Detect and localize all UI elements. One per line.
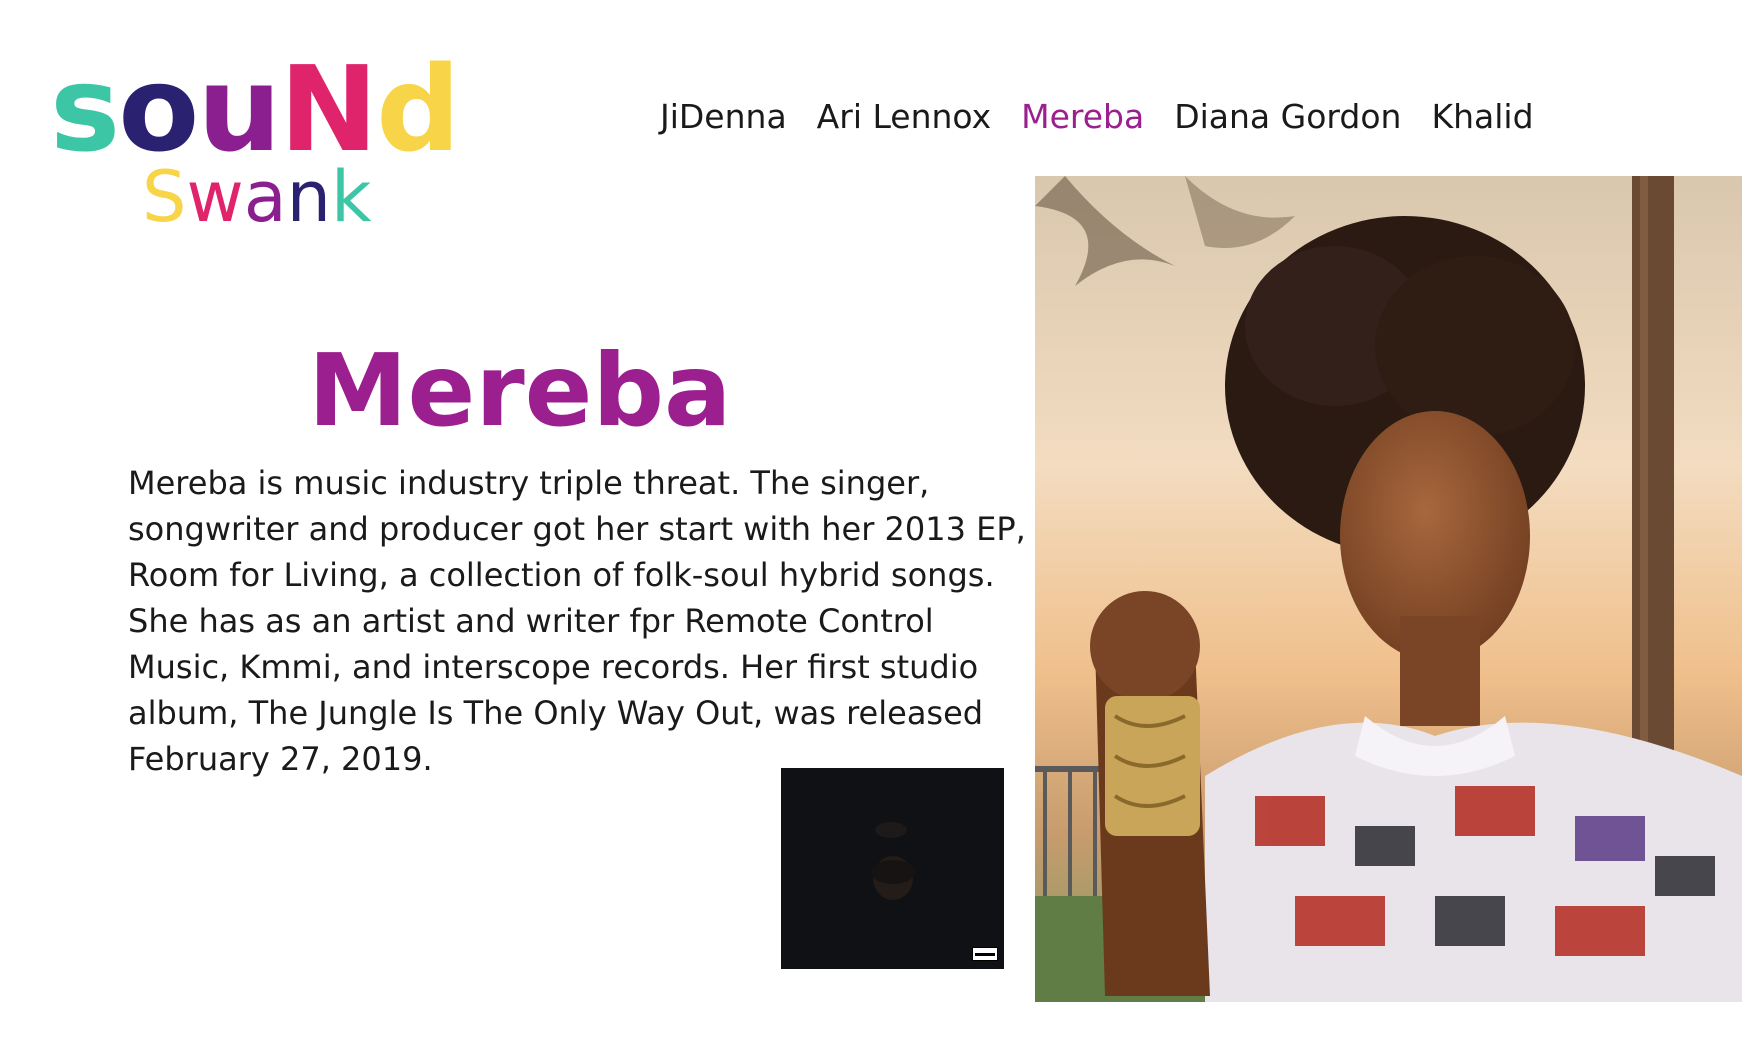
main-nav: JiDenna Ari Lennox Mereba Diana Gordon K… xyxy=(660,92,1534,142)
nav-item-khalid[interactable]: Khalid xyxy=(1431,97,1533,137)
nav-item-mereba[interactable]: Mereba xyxy=(1021,97,1144,137)
artist-portrait-art xyxy=(1035,176,1742,1002)
site-logo[interactable]: souNd Swank xyxy=(50,50,470,240)
nav-item-diana-gordon[interactable]: Diana Gordon xyxy=(1174,97,1401,137)
album-cover-art xyxy=(781,768,1004,969)
nav-item-ari-lennox[interactable]: Ari Lennox xyxy=(817,97,991,137)
album-cover[interactable] xyxy=(781,768,1004,969)
logo-letter: k xyxy=(330,156,372,238)
logo-wordmark-sound: souNd xyxy=(50,50,461,168)
logo-letter: n xyxy=(286,156,331,238)
logo-letter: s xyxy=(50,40,120,178)
parental-advisory-icon xyxy=(972,947,998,961)
artist-bio: Mereba is music industry triple threat. … xyxy=(128,464,1026,778)
logo-letter: w xyxy=(186,156,244,238)
logo-letter: S xyxy=(142,156,187,238)
artist-portrait xyxy=(1035,176,1742,1002)
nav-item-jidenna[interactable]: JiDenna xyxy=(660,97,787,137)
artist-title: Mereba xyxy=(308,332,732,449)
logo-wordmark-swank: Swank xyxy=(142,162,372,232)
logo-letter: d xyxy=(376,40,460,178)
logo-letter: a xyxy=(243,156,287,238)
